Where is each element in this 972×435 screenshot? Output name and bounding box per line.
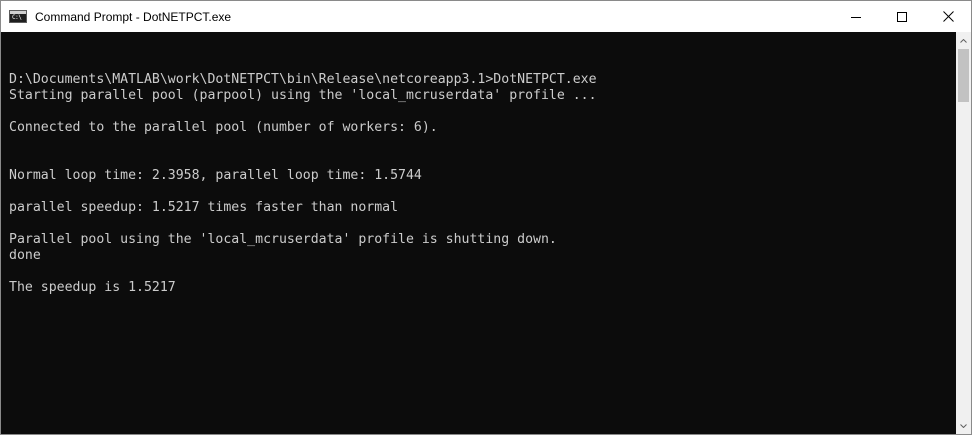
cmd-icon[interactable]: C:\	[9, 10, 27, 23]
window-title: Command Prompt - DotNETPCT.exe	[35, 9, 232, 24]
scroll-down-button[interactable]	[956, 417, 971, 434]
caption-buttons	[833, 1, 971, 32]
close-button[interactable]	[925, 1, 971, 32]
cmd-icon-glyph: C:\	[12, 14, 22, 21]
console-line: The speedup is 1.5217	[9, 280, 176, 295]
maximize-button[interactable]	[879, 1, 925, 32]
console-line: Normal loop time: 2.3958, parallel loop …	[9, 168, 422, 183]
scroll-up-button[interactable]	[956, 32, 971, 49]
minimize-icon	[851, 16, 861, 18]
console-output[interactable]: D:\Documents\MATLAB\work\DotNETPCT\bin\R…	[1, 32, 957, 434]
console-line: D:\Documents\MATLAB\work\DotNETPCT\bin\R…	[9, 72, 597, 87]
scroll-thumb[interactable]	[958, 49, 969, 102]
console-line: Parallel pool using the 'local_mcruserda…	[9, 232, 557, 247]
close-icon	[942, 11, 954, 22]
chevron-up-icon	[960, 38, 967, 43]
title-bar[interactable]: C:\ Command Prompt - DotNETPCT.exe	[1, 1, 971, 32]
minimize-button[interactable]	[833, 1, 879, 32]
console-lines: D:\Documents\MATLAB\work\DotNETPCT\bin\R…	[9, 72, 597, 296]
console-line: done	[9, 248, 41, 263]
maximize-icon	[897, 11, 907, 22]
vertical-scrollbar[interactable]	[956, 32, 971, 434]
command-prompt-window: C:\ Command Prompt - DotNETPCT.exe D:\Do…	[0, 0, 972, 435]
console-line: Connected to the parallel pool (number o…	[9, 120, 438, 135]
console-line: Starting parallel pool (parpool) using t…	[9, 88, 597, 103]
console-line: parallel speedup: 1.5217 times faster th…	[9, 200, 399, 215]
chevron-down-icon	[960, 423, 967, 428]
